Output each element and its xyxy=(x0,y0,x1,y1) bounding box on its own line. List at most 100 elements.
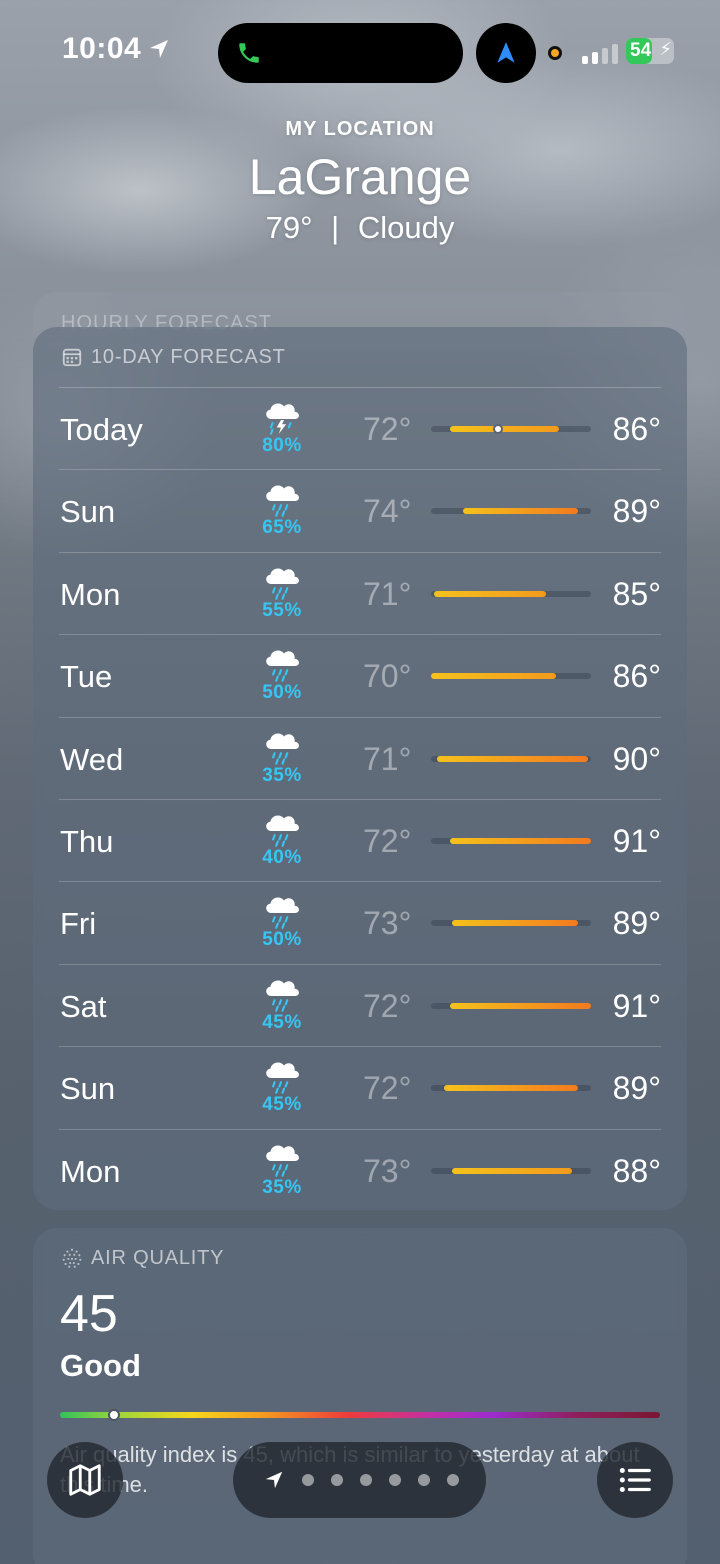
air-quality-title: AIR QUALITY xyxy=(91,1246,225,1269)
status-time: 10:04 xyxy=(62,32,171,66)
page-dot[interactable] xyxy=(389,1474,401,1486)
temperature-range-track xyxy=(431,755,591,762)
precipitation-chance: 40% xyxy=(262,846,302,868)
forecast-row[interactable]: Sat 45% 72° 91° xyxy=(59,965,661,1048)
status-bar: 10:04 54 ⚡ xyxy=(0,0,720,100)
low-temperature: 71° xyxy=(363,740,412,777)
temperature-range-track xyxy=(431,1085,591,1092)
rain-icon xyxy=(253,1140,311,1180)
air-quality-icon xyxy=(62,1248,82,1268)
temperature-range-track xyxy=(431,920,591,927)
mic-indicator-icon xyxy=(548,46,562,60)
map-button[interactable] xyxy=(47,1442,123,1518)
temperature-range-track xyxy=(431,590,591,597)
page-dot[interactable] xyxy=(447,1474,459,1486)
temperature-range-bar xyxy=(451,1167,572,1174)
low-temperature: 72° xyxy=(363,822,412,859)
rain-icon xyxy=(253,645,311,685)
current-summary: 79° | Cloudy xyxy=(0,209,720,247)
dynamic-island[interactable] xyxy=(218,23,463,83)
air-quality-scale xyxy=(60,1409,660,1421)
low-temperature: 73° xyxy=(363,1152,412,1189)
low-temperature: 70° xyxy=(363,658,412,695)
location-label: MY LOCATION xyxy=(285,118,435,140)
clock-text: 10:04 xyxy=(62,32,142,65)
forecast-weather: 45% xyxy=(253,1057,311,1116)
rain-icon xyxy=(253,892,311,932)
forecast-row[interactable]: Today 80% 72° 86° xyxy=(59,388,661,471)
forecast-day: Sun xyxy=(60,1071,116,1107)
forecast-day: Thu xyxy=(60,823,114,859)
forecast-row[interactable]: Tue 50% 70° 86° xyxy=(59,635,661,718)
rain-icon xyxy=(253,1057,311,1097)
navigation-activity[interactable] xyxy=(476,23,536,83)
location-arrow-icon xyxy=(150,40,169,58)
page-dot[interactable] xyxy=(418,1474,430,1486)
forecast-weather: 50% xyxy=(253,892,311,951)
low-temperature: 73° xyxy=(363,905,412,942)
location-page-indicator[interactable] xyxy=(233,1442,486,1518)
high-temperature: 85° xyxy=(612,575,661,612)
high-temperature: 86° xyxy=(612,411,661,447)
low-temperature: 72° xyxy=(363,1070,412,1107)
precipitation-chance: 50% xyxy=(262,682,302,704)
temperature-range-bar xyxy=(434,590,547,597)
temperature-range-track xyxy=(431,508,591,515)
forecast-row[interactable]: Fri 50% 73° 89° xyxy=(59,882,661,965)
temperature-range-bar xyxy=(450,837,591,844)
forecast-row[interactable]: Mon 35% 73° 88° xyxy=(59,1130,661,1212)
forecast-row[interactable]: Wed 35% 71° 90° xyxy=(59,718,661,800)
current-location-arrow-icon xyxy=(265,1471,283,1489)
forecast-row[interactable]: Thu 40% 72° 91° xyxy=(59,800,661,883)
forecast-row[interactable]: Sun 45% 72° 89° xyxy=(59,1047,661,1130)
location-header: MY LOCATION LaGrange 79° | Cloudy xyxy=(0,118,720,247)
rain-icon xyxy=(253,810,311,850)
air-quality-header: AIR QUALITY xyxy=(61,1246,224,1270)
forecast-weather: 50% xyxy=(253,645,311,704)
forecast-day: Tue xyxy=(60,659,113,695)
forecast-row[interactable]: Sun 65% 74° 89° xyxy=(59,470,661,553)
high-temperature: 91° xyxy=(612,822,661,859)
air-quality-value: 45 xyxy=(60,1285,118,1343)
forecast-rows: Today 80% 72° 86° Sun 65% 74° 89° Mon 55… xyxy=(33,388,687,1212)
calendar-icon xyxy=(62,348,82,367)
precipitation-chance: 45% xyxy=(262,1011,302,1033)
high-temperature: 89° xyxy=(612,1070,661,1107)
current-condition: Cloudy xyxy=(357,210,455,245)
temperature-range-bar xyxy=(463,508,579,515)
precipitation-chance: 80% xyxy=(262,435,302,456)
rain-icon xyxy=(253,480,311,520)
precipitation-chance: 65% xyxy=(262,517,302,539)
locations-list-button[interactable] xyxy=(597,1442,673,1518)
summary-separator: | xyxy=(331,210,340,245)
low-temperature: 72° xyxy=(363,411,412,447)
forecast-day: Sun xyxy=(60,494,116,530)
forecast-day: Mon xyxy=(60,1153,121,1189)
precipitation-chance: 35% xyxy=(262,764,302,786)
rain-icon xyxy=(253,563,311,603)
temperature-range-track xyxy=(431,1167,591,1174)
low-temperature: 71° xyxy=(363,575,412,612)
list-icon xyxy=(619,1467,651,1493)
ten-day-forecast-card[interactable]: 10-DAY FORECAST Today 80% 72° 86° Sun 65… xyxy=(33,327,687,1210)
precipitation-chance: 50% xyxy=(262,929,302,951)
low-temperature: 74° xyxy=(363,493,412,530)
precipitation-chance: 55% xyxy=(262,599,302,621)
forecast-day: Today xyxy=(60,412,143,447)
page-dot[interactable] xyxy=(302,1474,314,1486)
phone-call-icon xyxy=(239,43,259,63)
page-dot[interactable] xyxy=(360,1474,372,1486)
battery-indicator: 54 ⚡ xyxy=(626,38,674,64)
page-dot[interactable] xyxy=(331,1474,343,1486)
rain-icon xyxy=(253,975,311,1015)
forecast-weather: 45% xyxy=(253,975,311,1034)
forecast-weather: 65% xyxy=(253,480,311,539)
forecast-card-title: 10-DAY FORECAST xyxy=(91,345,286,368)
high-temperature: 89° xyxy=(612,493,661,530)
low-temperature: 72° xyxy=(363,987,412,1024)
forecast-row[interactable]: Mon 55% 71° 85° xyxy=(59,553,661,636)
high-temperature: 91° xyxy=(612,987,661,1024)
temperature-range-track xyxy=(431,424,591,434)
high-temperature: 90° xyxy=(612,740,661,777)
temperature-range-track xyxy=(431,673,591,680)
